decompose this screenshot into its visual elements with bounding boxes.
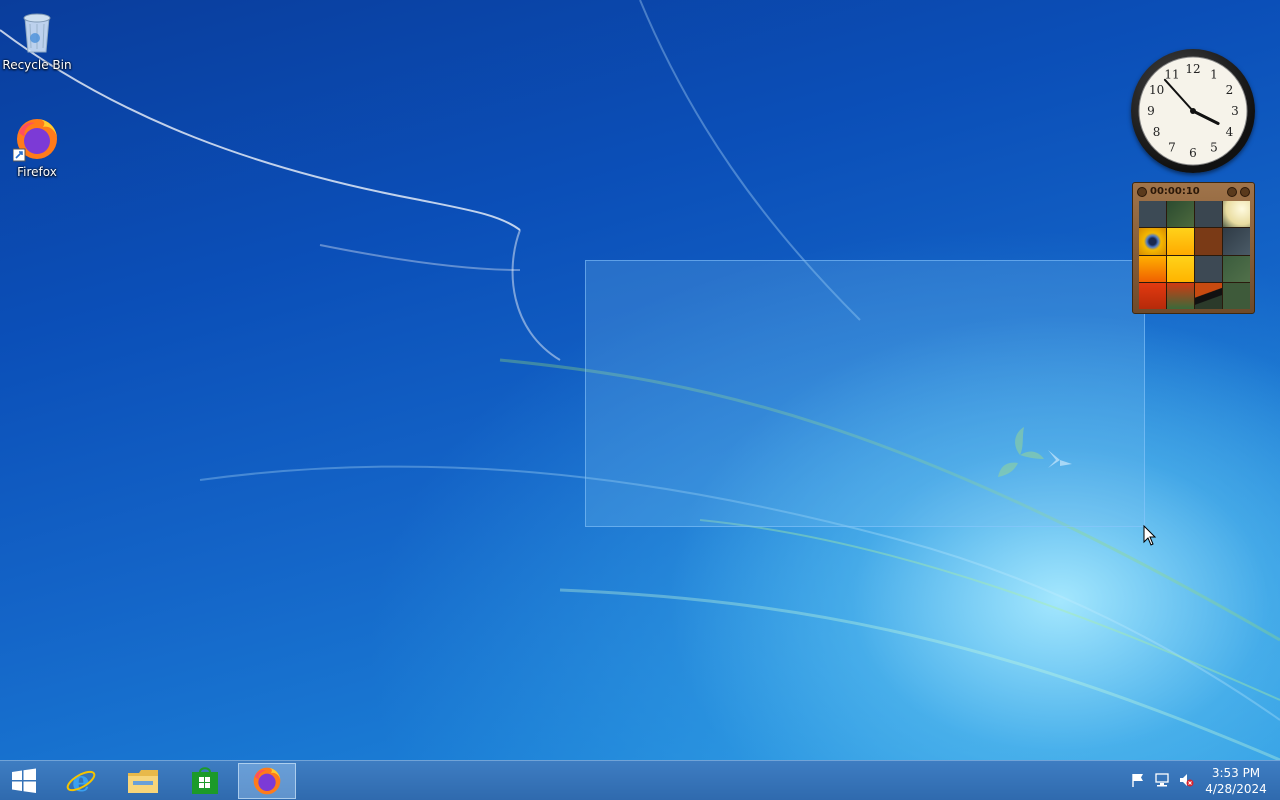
taskbar: e [0, 760, 1280, 800]
clock-numeral: 11 [1164, 68, 1179, 82]
firefox-shortcut[interactable]: Firefox [1, 115, 73, 179]
clock-gadget[interactable]: 12 1 2 3 4 5 6 7 8 9 10 11 [1131, 49, 1255, 173]
firefox-label: Firefox [17, 165, 57, 179]
windows-logo-icon [12, 768, 36, 793]
clock-numeral: 9 [1147, 104, 1155, 118]
puzzle-tile[interactable] [1167, 255, 1194, 282]
puzzle-tile[interactable] [1195, 282, 1222, 309]
folder-icon [128, 770, 158, 793]
clock-numeral: 7 [1168, 140, 1176, 154]
puzzle-tile[interactable] [1139, 255, 1166, 282]
puzzle-solve-icon[interactable] [1240, 186, 1250, 197]
puzzle-tile[interactable] [1195, 255, 1222, 282]
puzzle-tile[interactable] [1195, 201, 1222, 228]
puzzle-tile[interactable] [1139, 201, 1166, 228]
clock-numeral: 6 [1189, 146, 1197, 160]
puzzle-tile[interactable] [1223, 255, 1250, 282]
recycle-bin-shortcut[interactable]: Recycle Bin [1, 8, 73, 72]
puzzle-help-icon[interactable] [1227, 186, 1237, 197]
puzzle-timer: 00:00:10 [1150, 186, 1200, 197]
puzzle-tile[interactable] [1167, 228, 1194, 255]
firefox-taskbar-button[interactable] [238, 763, 296, 799]
puzzle-tile[interactable] [1195, 228, 1222, 255]
clock-numeral: 8 [1153, 125, 1161, 139]
clock-numeral: 4 [1226, 125, 1234, 139]
store-icon [192, 767, 218, 794]
puzzle-tile[interactable] [1139, 282, 1166, 309]
puzzle-tile[interactable] [1223, 228, 1250, 255]
file-explorer-button[interactable] [114, 763, 172, 799]
recycle-bin-label: Recycle Bin [2, 58, 72, 72]
volume-muted-icon[interactable] [1178, 772, 1194, 788]
start-button[interactable] [0, 763, 48, 799]
clock-numeral: 10 [1149, 83, 1164, 97]
clock-numeral: 5 [1210, 140, 1218, 154]
puzzle-tile[interactable] [1223, 201, 1250, 228]
action-center-flag-icon[interactable] [1130, 772, 1146, 788]
puzzle-tile[interactable] [1167, 282, 1194, 309]
clock-numeral: 1 [1210, 68, 1218, 82]
clock-numeral: 3 [1231, 104, 1239, 118]
recycle-bin-icon [13, 8, 61, 56]
network-icon[interactable] [1154, 772, 1170, 788]
firefox-icon [12, 115, 61, 163]
system-date: 4/28/2024 [1205, 782, 1267, 796]
puzzle-tile[interactable] [1223, 282, 1250, 309]
firefox-icon [253, 767, 281, 795]
mouse-cursor-icon [1143, 525, 1157, 546]
puzzle-grid [1139, 201, 1250, 309]
store-button[interactable] [176, 763, 234, 799]
selection-rectangle [585, 260, 1145, 527]
clock-numeral: 2 [1226, 83, 1234, 97]
clock-numeral: 12 [1185, 62, 1200, 76]
internet-explorer-button[interactable]: e [52, 763, 110, 799]
picture-puzzle-gadget[interactable]: 00:00:10 [1132, 182, 1255, 314]
puzzle-tile[interactable] [1167, 201, 1194, 228]
puzzle-show-picture-icon[interactable] [1137, 186, 1147, 197]
system-time: 3:53 PM [1211, 766, 1261, 780]
svg-text:e: e [72, 765, 90, 797]
puzzle-tile[interactable] [1139, 228, 1166, 255]
internet-explorer-icon: e [66, 765, 96, 797]
system-clock[interactable]: 3:53 PM 4/28/2024 [1200, 765, 1272, 797]
